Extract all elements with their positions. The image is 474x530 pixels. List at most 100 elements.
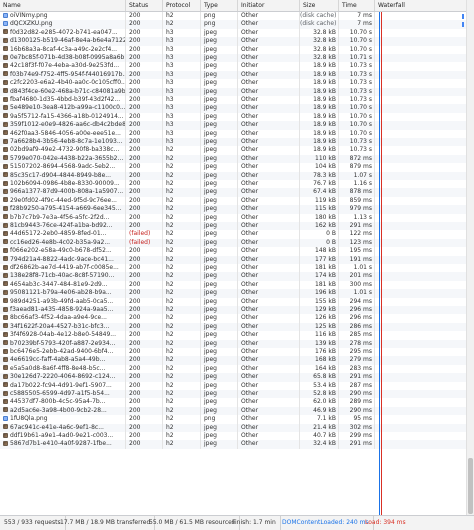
cell-size: 18.9 kB — [300, 121, 339, 130]
cell-size: 115 kB — [300, 205, 339, 214]
cell-size: 32.8 kB — [300, 37, 339, 46]
cell-protocol: h3 — [163, 62, 201, 71]
vertical-scrollbar[interactable] — [466, 0, 474, 515]
table-header: Name Status Protocol Type Initiator Size… — [0, 0, 466, 12]
table-row[interactable]: 67ac941c-e41e-4a6c-9ef1-8c... 200 h2 jpeg Ot… — [0, 423, 466, 432]
cell-name: 95081121-b79a-4e06-ab28-b9a... — [0, 289, 126, 298]
table-row[interactable]: e5a5a0d8-8a6f-4ff8-8e48-b5c... 200 h2 jpeg O… — [0, 364, 466, 374]
cell-name: 4e6619cc-faff-4ab8-a5a4-49b... — [0, 356, 126, 365]
table-row[interactable]: 44537df7-800b-4c5c-95a4-7b... 200 h2 jpeg Ot… — [0, 398, 466, 407]
table-row[interactable]: 42c18f3f-f07e-4eba-a30d-9e253fd... 200 h3 j… — [0, 62, 466, 71]
table-row[interactable]: d843f4ce-60e2-468a-b71c-c84081a9b... 200 h… — [0, 87, 466, 96]
cell-size: 104 kB — [300, 163, 339, 172]
header-size[interactable]: Size — [300, 0, 339, 11]
table-row[interactable]: 81cb9443-76ce-424f-a1ba-bd92... 200 h2 jpeg… — [0, 222, 466, 231]
table-row[interactable]: 4e6619cc-faff-4ab8-a5a4-49b... 200 h2 jpeg O… — [0, 356, 466, 365]
table-row[interactable]: f066e202-e58a-49c0-b678-df52... 200 h2 jpeg… — [0, 247, 466, 256]
table-row[interactable]: 989d4251-a93b-49fd-aab5-0ca5... 200 h2 jpeg… — [0, 297, 466, 306]
header-name[interactable]: Name — [0, 0, 126, 11]
table-row[interactable]: 9a5f5712-fa15-4366-a18b-0124914... 200 h3 j… — [0, 112, 466, 122]
cell-time: 10.73 s — [339, 146, 375, 155]
table-row[interactable]: b7b7c7b9-7e3a-4f56-a5fc-2f2d... 200 h2 jpeg… — [0, 213, 466, 222]
table-row[interactable]: 95081121-b79a-4e06-ab28-b9a... 200 h2 jpeg O… — [0, 289, 466, 298]
table-row[interactable]: f28b9250-a795-4154-a669-6ee345... 200 h2 jp… — [0, 205, 466, 214]
header-status[interactable]: Status — [126, 0, 163, 11]
table-row[interactable]: f03b74e9-f752-4ff5-954f-f44016917b... 200… — [0, 70, 466, 80]
cell-protocol: h2 — [163, 423, 201, 432]
cell-protocol: h2 — [163, 390, 201, 399]
table-row[interactable]: 29e0fd02-4f9c-44ed-9f5d-9c76ee... 200 h2 jp… — [0, 196, 466, 206]
table-row[interactable]: 794d21a4-8822-4adc-9ace-bc41... 200 h2 jpeg… — [0, 255, 466, 264]
cell-initiator: Other — [238, 398, 300, 407]
request-name: f3aead81-a435-4858-924a-9aa5... — [10, 306, 114, 313]
table-row[interactable]: f3aead81-a435-4858-924a-9aa5... 200 h2 jpeg… — [0, 306, 466, 315]
table-row[interactable]: da17b022-fc94-4d91-9ef1-5907... 200 h2 jpeg… — [0, 381, 466, 390]
table-row[interactable]: f0d32d82-e285-4072-b741-ea047... 200 h3 jpe… — [0, 28, 466, 38]
table-row[interactable]: 30e126d7-2220-4064-8692-c124... 200 h2 jpeg… — [0, 373, 466, 382]
cell-name: 67ac941c-e41e-4a6c-9ef1-8c... — [0, 423, 126, 432]
cell-waterfall — [375, 62, 466, 70]
scrollbar-thumb[interactable] — [468, 458, 473, 514]
cell-size: 18.9 kB — [300, 70, 339, 80]
table-row[interactable]: 0e7bc85f-071b-4d38-b08f-0995a8a6b... 200 h… — [0, 54, 466, 63]
cell-type: jpeg — [201, 45, 238, 54]
waterfall-bar — [462, 13, 464, 19]
table-row[interactable]: fbaf4680-1d35-4bbd-b39f-43d2f42... 200 h3 j… — [0, 96, 466, 105]
table-row[interactable]: 5799e070-042e-4438-b22a-3655b2... 200 h2 jp… — [0, 154, 466, 164]
table-row[interactable]: b70239bf-5793-420f-a887-2e934... 200 h2 jpe… — [0, 339, 466, 348]
cell-protocol: h2 — [163, 297, 201, 306]
table-row[interactable]: 8bc66af3-4f52-4daa-a9e4-9ce... 200 h2 jpeg O… — [0, 314, 466, 323]
table-row[interactable]: 138e28f8-71cb-40ac-8c8f-57190... 200 h2 jpe… — [0, 272, 466, 281]
header-type[interactable]: Type — [201, 0, 238, 11]
table-row[interactable]: 34f1622f-20a4-4527-b31c-bfc3... 200 h2 jpeg… — [0, 322, 466, 332]
table-row[interactable]: 51507202-8694-4568-9adc-5eb2... 200 h2 jpeg… — [0, 163, 466, 172]
table-row[interactable]: 462f0aa3-5846-4056-a00e-eee51e... 200 h3 jp… — [0, 129, 466, 138]
cell-status: 200 — [126, 28, 163, 38]
cell-size: 18.9 kB — [300, 87, 339, 96]
cell-time: 278 ms — [339, 339, 375, 348]
photo-file-icon — [3, 424, 8, 430]
table-row[interactable]: 4654ab3c-3447-484-81e9-2d9... 200 h2 jpeg Ot… — [0, 280, 466, 290]
cell-protocol: h2 — [163, 272, 201, 281]
cell-protocol: h2 — [163, 205, 201, 214]
cell-type: jpeg — [201, 70, 238, 80]
cell-status: 200 — [126, 440, 163, 449]
table-row[interactable]: 3f4f6928-04ab-4e12-b8e0-54849... 200 h2 jpe… — [0, 331, 466, 340]
table-row[interactable]: 7a6628b4-3b56-4eb8-8c7a-1e1093... 200 h3 jp… — [0, 138, 466, 147]
cell-name: 44537df7-800b-4c5c-95a4-7b... — [0, 398, 126, 407]
header-protocol[interactable]: Protocol — [163, 0, 201, 11]
cell-protocol: h2 — [163, 213, 201, 222]
table-row[interactable]: d1300125-b519-46af-8e4a-b6e4a712288...20… — [0, 37, 466, 46]
table-row[interactable]: bc6476e5-2ebb-42ad-9400-6bf4... 200 h2 jpeg… — [0, 348, 466, 357]
table-row[interactable]: c5885505-6599-4d97-a1f5-b54... 200 h2 jpeg O… — [0, 390, 466, 399]
cell-time: 10.73 s — [339, 79, 375, 88]
photo-file-icon — [3, 264, 8, 270]
cell-name: 81cb9443-76ce-424f-a1ba-bd92... — [0, 222, 126, 231]
cell-protocol: h3 — [163, 45, 201, 54]
table-row[interactable]: c2fc2203-e6a2-4b40-aa0c-0c105cff0... 200 h… — [0, 79, 466, 88]
table-row[interactable]: 1fU8Qla.png 200 h2 png Other 7.1 kB 95 ms — [0, 415, 466, 424]
table-row[interactable]: 44d65172-2eb0-4859-8fed-01... (failed) h2 j… — [0, 230, 466, 239]
table-row[interactable]: a2d5ac6e-3a98-4b00-9cb2-28... 200 h2 jpeg Ot… — [0, 406, 466, 416]
table-row[interactable]: ddf19b61-a9e1-4ad0-9e21-c003... 200 h2 jpeg… — [0, 432, 466, 441]
table-row[interactable]: 5867d7b1-e410-4a0f-9287-1fbe... 200 h2 jpeg… — [0, 440, 466, 449]
table-row[interactable]: 359f1012-e0e9-4826-aa6c-db4c2bde83... 200… — [0, 121, 466, 130]
table-row[interactable]: 966a1377-87d9-400b-808a-1a5907... 200 h2 jp… — [0, 188, 466, 197]
table-row[interactable]: 16b68a3a-8caf-4c3a-a49c-2e2cf4... 200 h3 jp… — [0, 45, 466, 54]
table-row[interactable]: 102b6094-0986-4b8e-8330-90009... 200 h2 jpe… — [0, 180, 466, 189]
table-row[interactable]: 02bd9af9-49e2-4732-90f8-ba338c... 200 h2 jp… — [0, 146, 466, 155]
table-row[interactable]: df26862b-ae7d-4419-ab7f-c0085e... 200 h2 jp… — [0, 264, 466, 273]
cell-type: jpeg — [201, 154, 238, 164]
table-row[interactable]: cc16ed26-4e8b-4c02-b35a-9a2... (failed) h2… — [0, 238, 466, 248]
header-time[interactable]: Time — [339, 0, 375, 11]
cell-time: 299 ms — [339, 432, 375, 441]
header-waterfall[interactable]: Waterfall — [375, 0, 466, 11]
cell-size: 116 kB — [300, 331, 339, 340]
header-initiator[interactable]: Initiator — [238, 0, 300, 11]
load-line — [381, 12, 382, 515]
cell-time: 287 ms — [339, 381, 375, 390]
table-row[interactable]: 5e489e10-3ea8-412b-a99a-c1100c0... 200 h3 j… — [0, 104, 466, 113]
table-row[interactable]: dQCXZKU.png 200 h2 png Other (disk cache) 7 ms — [0, 20, 466, 29]
table-row[interactable]: 85c35c17-d904-4844-8949-b8e... 200 h2 jpeg O… — [0, 171, 466, 180]
table-row[interactable]: oiVINmy.png 200 h2 png Other (disk cache) 7 ms — [0, 12, 466, 21]
